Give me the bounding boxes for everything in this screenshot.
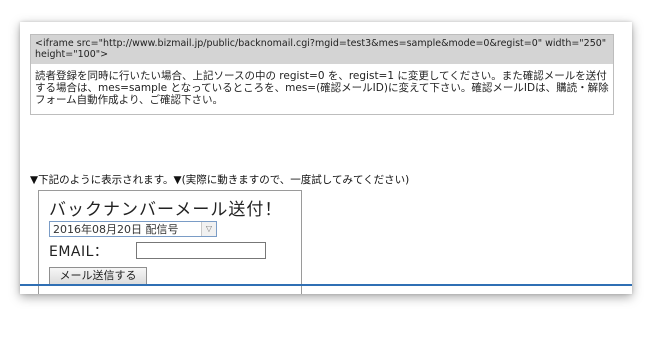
embed-code-box: <iframe src="http://www.bizmail.jp/publi… [30,34,614,115]
email-label: EMAIL： [49,244,109,260]
chevron-down-icon[interactable]: ▽ [201,222,216,236]
issue-select[interactable]: 2016年08月20日 配信号 ▽ [49,221,217,237]
embed-instructions: 読者登録を同時に行いたい場合、上記ソースの中の regist=0 を、regis… [31,64,613,114]
widget-title: バックナンバーメール送付！ [49,200,283,220]
send-mail-button[interactable]: メール送信する [49,267,147,285]
backnumber-widget: バックナンバーメール送付！ 2016年08月20日 配信号 ▽ EMAIL： メ… [38,190,302,294]
divider-line [20,284,632,286]
preview-caption: ▼下記のように表示されます。▼(実際に動きますので、一度試してみてください) [30,174,410,186]
embed-code-text: <iframe src="http://www.bizmail.jp/publi… [31,35,613,64]
email-field[interactable] [136,242,266,259]
issue-select-value: 2016年08月20日 配信号 [53,223,179,236]
screenshot-sheet: <iframe src="http://www.bizmail.jp/publi… [20,22,632,294]
